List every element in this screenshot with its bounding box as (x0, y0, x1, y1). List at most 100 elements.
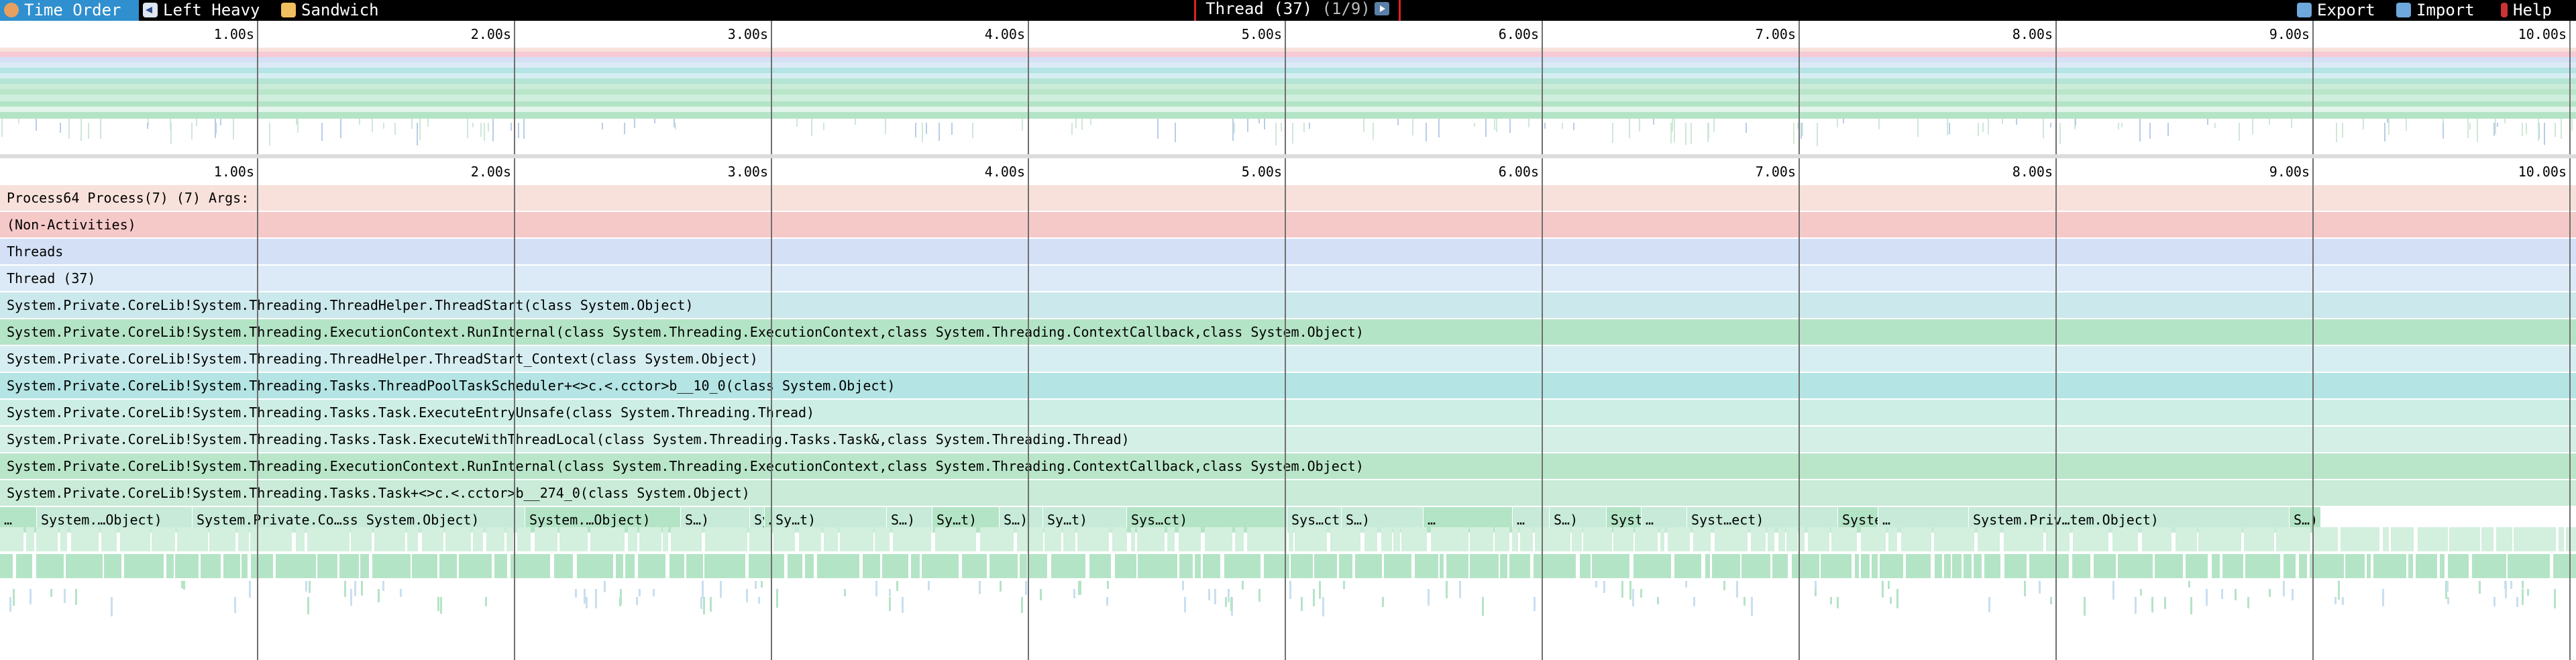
flame-frame-block[interactable] (1984, 554, 2000, 578)
flame-frame-block[interactable] (2112, 527, 2138, 551)
flame-frame-block[interactable] (1459, 581, 1461, 598)
flame-frame-block[interactable] (1815, 581, 1817, 589)
flame-frame-block[interactable] (412, 554, 437, 578)
flame-frame-block[interactable] (2479, 581, 2481, 594)
flame-frame-block[interactable] (1313, 589, 1315, 606)
flame-frame-block[interactable] (175, 554, 199, 578)
flame-frame-block[interactable] (2050, 597, 2052, 604)
flame-frame-block[interactable] (2283, 581, 2285, 596)
flame-frame-block[interactable] (1225, 597, 1227, 607)
flame-frame-block[interactable] (1428, 589, 1430, 606)
flame-frame-block[interactable] (1078, 581, 1080, 595)
flame-frame-block[interactable] (1289, 527, 1293, 551)
flame-frame-block[interactable] (2508, 554, 2550, 578)
flame-frame-block[interactable] (1723, 581, 1725, 590)
flame-frame-block[interactable] (2504, 581, 2506, 589)
flame-frame-block[interactable] (1382, 597, 1384, 607)
flame-frame-block[interactable] (1830, 597, 1832, 604)
flame-frame-block[interactable] (2496, 527, 2512, 551)
flame-frame-block[interactable] (309, 581, 311, 593)
flame-frame-block[interactable] (669, 554, 684, 578)
flame-frame-block[interactable] (350, 589, 352, 606)
flame-frame-block[interactable] (120, 527, 150, 551)
flame-frame-block[interactable] (1112, 527, 1127, 551)
flame-frame-block[interactable] (372, 554, 411, 578)
flame-frame-block[interactable] (2559, 527, 2564, 551)
flame-frame-block[interactable] (1882, 581, 1884, 598)
flame-frame-block[interactable] (2553, 554, 2576, 578)
flame-frame-block[interactable] (1131, 527, 1135, 551)
flame-frame-block[interactable] (486, 527, 504, 551)
flame-frame-block[interactable] (671, 527, 702, 551)
flame-frame-block[interactable] (1668, 527, 1690, 551)
flame-frame-block[interactable] (2408, 554, 2413, 578)
flame-frame-row[interactable]: Thread (37) (0, 266, 2576, 291)
flame-frame-block[interactable] (251, 554, 273, 578)
flame-frame-block[interactable] (307, 597, 309, 614)
flame-frame-block[interactable] (1831, 527, 1857, 551)
flame-frame-block[interactable] (2024, 581, 2026, 596)
flame-frame-row[interactable]: Threads (0, 239, 2576, 264)
tab-left-heavy[interactable]: Left Heavy (139, 0, 277, 21)
flame-frame-block[interactable] (639, 527, 661, 551)
flame-frame-block[interactable] (1808, 527, 1829, 551)
flame-frame-row[interactable]: System.Private.CoreLib!System.Threading.… (0, 346, 2576, 372)
flame-frame-block[interactable] (1520, 527, 1533, 551)
flame-frame-block[interactable] (1778, 527, 1785, 551)
help-button[interactable]: Help (2497, 0, 2576, 21)
flame-frame-block[interactable] (2418, 527, 2448, 551)
flame-frame-block[interactable] (1772, 554, 1788, 578)
flame-frame-block[interactable] (1017, 527, 1043, 551)
flame-frame-block[interactable] (276, 554, 316, 578)
flame-frame-block[interactable] (1888, 581, 1890, 589)
flame-frame-block[interactable] (494, 554, 507, 578)
flame-frame-block[interactable] (1330, 527, 1360, 551)
flame-frame-block[interactable] (577, 554, 613, 578)
flame-frame-block[interactable] (1440, 554, 1444, 578)
flame-frame-block[interactable] (2186, 554, 2208, 578)
flame-frame-row[interactable]: System.Private.CoreLib!System.Threading.… (0, 319, 2576, 345)
flame-frame-block[interactable] (1635, 527, 1658, 551)
flame-frame-block[interactable] (616, 554, 623, 578)
flame-frame-block[interactable] (749, 554, 784, 578)
flame-frame-block[interactable] (1512, 527, 1518, 551)
flame-frame-block[interactable] (400, 589, 402, 597)
flame-frame-block[interactable] (1000, 581, 1002, 592)
flame-frame-block[interactable] (703, 597, 705, 614)
flame-frame-block[interactable] (805, 554, 814, 578)
flame-frame-block[interactable] (351, 527, 372, 551)
flame-frame-block[interactable] (638, 554, 665, 578)
flame-frame-block[interactable] (2334, 597, 2337, 604)
flame-frame-block[interactable] (1633, 554, 1671, 578)
flame-frame-block[interactable] (2206, 589, 2208, 606)
flame-frame-block[interactable] (928, 581, 930, 590)
flame-frame-block[interactable] (2382, 589, 2384, 606)
flame-frame-block[interactable] (2151, 597, 2153, 612)
flame-frame-block[interactable] (595, 589, 597, 608)
flame-frame-block[interactable] (799, 527, 821, 551)
flame-frame-block[interactable] (1861, 554, 1870, 578)
flame-frame-block[interactable] (824, 527, 838, 551)
flame-frame-block[interactable] (1613, 527, 1633, 551)
flame-frame-block[interactable] (704, 554, 745, 578)
flame-frame-block[interactable] (1935, 554, 1942, 578)
flame-frame-block[interactable] (1693, 597, 1695, 606)
flame-frame-block[interactable] (1534, 554, 1576, 578)
flame-frame-block[interactable] (1952, 554, 1962, 578)
flame-frame-block[interactable] (1890, 597, 1892, 604)
flame-frame-block[interactable] (2472, 554, 2506, 578)
flame-frame-block[interactable] (2522, 581, 2524, 588)
flame-frame-block[interactable] (893, 527, 931, 551)
flame-frame-block[interactable] (2084, 597, 2086, 616)
flame-frame-block[interactable] (902, 597, 904, 613)
tab-sandwich[interactable]: Sandwich (277, 0, 395, 21)
flame-frame-row[interactable]: System.Private.CoreLib!System.Threading.… (0, 373, 2576, 398)
flame-frame-block[interactable] (710, 597, 712, 612)
flame-frame-block[interactable] (554, 554, 573, 578)
flame-frame-block[interactable] (1230, 597, 1232, 611)
flame-frame-block[interactable] (620, 589, 622, 604)
flame-frame-block[interactable] (1751, 597, 1753, 616)
flame-frame-block[interactable] (517, 527, 531, 551)
flame-frame-block[interactable] (223, 554, 240, 578)
flame-frame-block[interactable] (307, 527, 350, 551)
